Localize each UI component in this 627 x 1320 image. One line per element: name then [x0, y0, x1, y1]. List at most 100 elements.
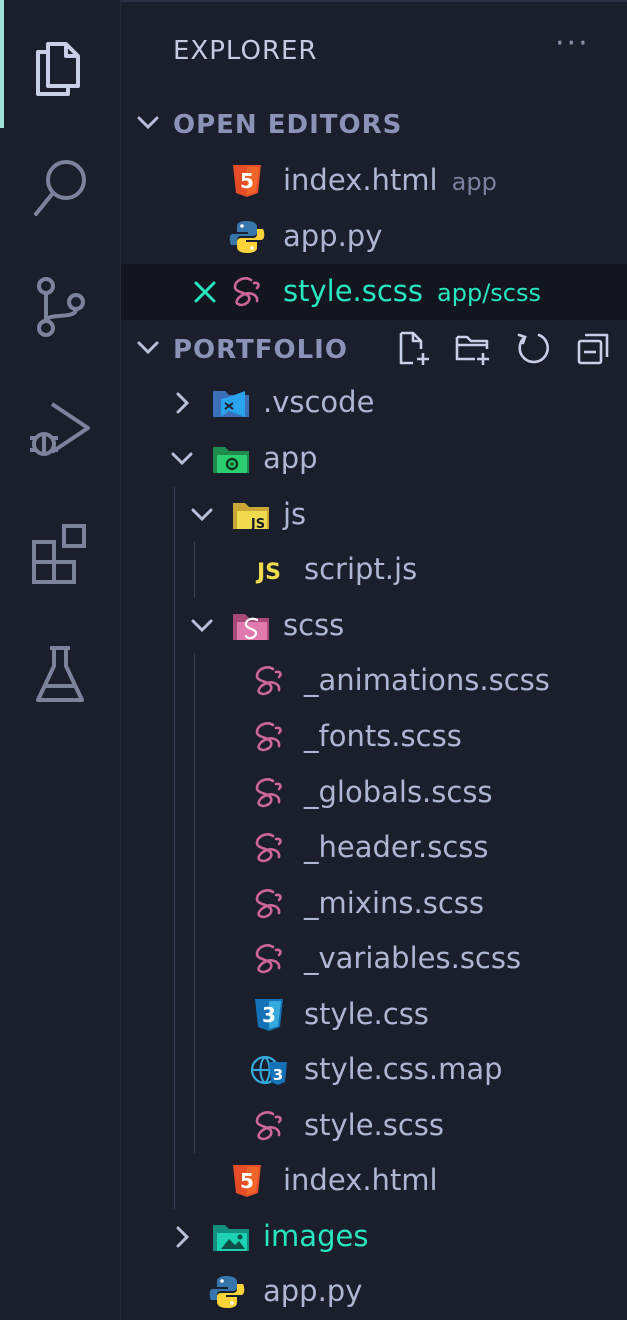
- sass-file-icon: [249, 719, 289, 755]
- tree-item-name: js: [283, 497, 307, 531]
- tree-item-name: app: [263, 441, 318, 475]
- tree-item-name: _mixins.scss: [304, 886, 485, 920]
- open-editors-label: OPEN EDITORS: [173, 110, 403, 140]
- tree-item-script-js[interactable]: JS script.js: [121, 542, 627, 598]
- tree-item-name: app.py: [263, 1274, 363, 1308]
- tree-item-style-css-map[interactable]: 3 style.css.map: [121, 1042, 627, 1098]
- tree-item-name: style.scss: [304, 1108, 445, 1142]
- tree-item-name: images: [263, 1219, 369, 1253]
- sass-file-icon: [249, 886, 289, 922]
- chevron-down-icon: [133, 108, 163, 138]
- tree-item-images[interactable]: images: [121, 1209, 627, 1265]
- tree-item-fonts-scss[interactable]: _fonts.scss: [121, 709, 627, 765]
- css-file-icon: 3: [249, 997, 289, 1033]
- sass-file-icon: [249, 775, 289, 811]
- indent-guide-js: [194, 542, 195, 598]
- python-file-icon: [207, 1274, 247, 1310]
- tree-item-name: _fonts.scss: [304, 719, 462, 753]
- tree-item-name: style.css.map: [304, 1052, 503, 1086]
- file-name: app.py: [283, 219, 383, 253]
- tree-item-name: _animations.scss: [304, 663, 550, 697]
- svg-text:JS: JS: [250, 517, 265, 532]
- tree-item-name: _globals.scss: [304, 775, 493, 809]
- tree-item-style-scss[interactable]: style.scss: [121, 1098, 627, 1154]
- svg-text:3: 3: [262, 1003, 276, 1027]
- sass-file-icon: [249, 830, 289, 866]
- open-editor-index-html[interactable]: 5 index.html app: [121, 153, 627, 209]
- vscode-folder-icon: [211, 385, 251, 421]
- collapse-all-icon[interactable]: [573, 329, 613, 369]
- svg-text:3: 3: [273, 1066, 283, 1084]
- tree-item-name: _header.scss: [304, 830, 489, 864]
- images-folder-icon: [211, 1219, 251, 1255]
- explorer-icon[interactable]: [26, 30, 94, 98]
- js-folder-icon: JS: [231, 497, 271, 533]
- sass-folder-icon: [231, 608, 271, 644]
- python-file-icon: [227, 219, 267, 255]
- svg-text:JS: JS: [255, 560, 281, 585]
- source-control-icon[interactable]: [26, 272, 94, 340]
- tree-item-style-css[interactable]: 3 style.css: [121, 987, 627, 1043]
- file-name: style.scss: [283, 274, 424, 308]
- tree-item-header-scss[interactable]: _header.scss: [121, 820, 627, 876]
- run-debug-icon[interactable]: [26, 396, 94, 464]
- html-file-icon: 5: [227, 1163, 267, 1199]
- tree-item-variables-scss[interactable]: _variables.scss: [121, 931, 627, 987]
- indent-guide-app: [174, 487, 175, 1209]
- testing-icon[interactable]: [26, 640, 94, 708]
- tree-item-animations-scss[interactable]: _animations.scss: [121, 653, 627, 709]
- file-path: app: [451, 168, 497, 196]
- tree-item-app[interactable]: app: [121, 431, 627, 487]
- active-indicator: [0, 0, 4, 128]
- portfolio-label: PORTFOLIO: [173, 335, 348, 365]
- portfolio-header[interactable]: PORTFOLIO: [121, 321, 627, 375]
- tree-item-name: index.html: [283, 1163, 438, 1197]
- chevron-down-icon: [167, 444, 197, 474]
- indent-guide-scss: [194, 653, 195, 1153]
- tree-item-js[interactable]: JS js: [121, 487, 627, 543]
- chevron-down-icon: [187, 611, 217, 641]
- tree-item-scss[interactable]: scss: [121, 598, 627, 654]
- open-editor-app-py[interactable]: app.py: [121, 209, 627, 265]
- open-editors-header[interactable]: OPEN EDITORS: [121, 96, 627, 150]
- tree-item-app-py[interactable]: app.py: [121, 1264, 627, 1320]
- tree-item-name: script.js: [304, 552, 418, 586]
- tree-item-name: _variables.scss: [304, 941, 522, 975]
- css-map-file-icon: 3: [249, 1052, 289, 1088]
- tree-item-mixins-scss[interactable]: _mixins.scss: [121, 876, 627, 932]
- chevron-right-icon: [167, 388, 197, 418]
- chevron-right-icon: [167, 1222, 197, 1252]
- sass-file-icon: [249, 663, 289, 699]
- svg-text:5: 5: [240, 169, 254, 193]
- chevron-down-icon: [133, 333, 163, 363]
- top-border: [121, 0, 627, 2]
- search-icon[interactable]: [26, 152, 94, 220]
- open-editor-style-scss[interactable]: style.scss app/scss: [121, 264, 627, 320]
- tree-item-vscode[interactable]: .vscode: [121, 375, 627, 431]
- chevron-down-icon: [187, 500, 217, 530]
- tree-item-globals-scss[interactable]: _globals.scss: [121, 765, 627, 821]
- sass-file-icon: [249, 1108, 289, 1144]
- close-icon[interactable]: [189, 276, 221, 308]
- sass-file-icon: [249, 941, 289, 977]
- file-path: app/scss: [437, 279, 541, 307]
- extensions-icon[interactable]: [26, 520, 94, 588]
- tree-item-index-html[interactable]: 5 index.html: [121, 1153, 627, 1209]
- tree-item-name: style.css: [304, 997, 429, 1031]
- explorer-title: EXPLORER: [173, 36, 318, 66]
- html-file-icon: 5: [227, 163, 267, 199]
- new-folder-icon[interactable]: [453, 329, 493, 369]
- app-folder-icon: [211, 441, 251, 477]
- svg-text:5: 5: [240, 1169, 254, 1193]
- activity-bar: [0, 0, 121, 1320]
- tree-item-name: scss: [283, 608, 345, 642]
- explorer-sidebar: EXPLORER ··· OPEN EDITORS 5 index.html ap…: [121, 0, 627, 1320]
- file-name: index.html: [283, 163, 438, 197]
- refresh-icon[interactable]: [513, 329, 553, 369]
- sass-file-icon: [227, 274, 267, 310]
- more-actions-button[interactable]: ···: [555, 26, 590, 61]
- javascript-file-icon: JS: [249, 552, 289, 588]
- tree-item-name: .vscode: [263, 385, 375, 419]
- new-file-icon[interactable]: [393, 329, 433, 369]
- vscode-explorer-window: EXPLORER ··· OPEN EDITORS 5 index.html ap…: [0, 0, 627, 1320]
